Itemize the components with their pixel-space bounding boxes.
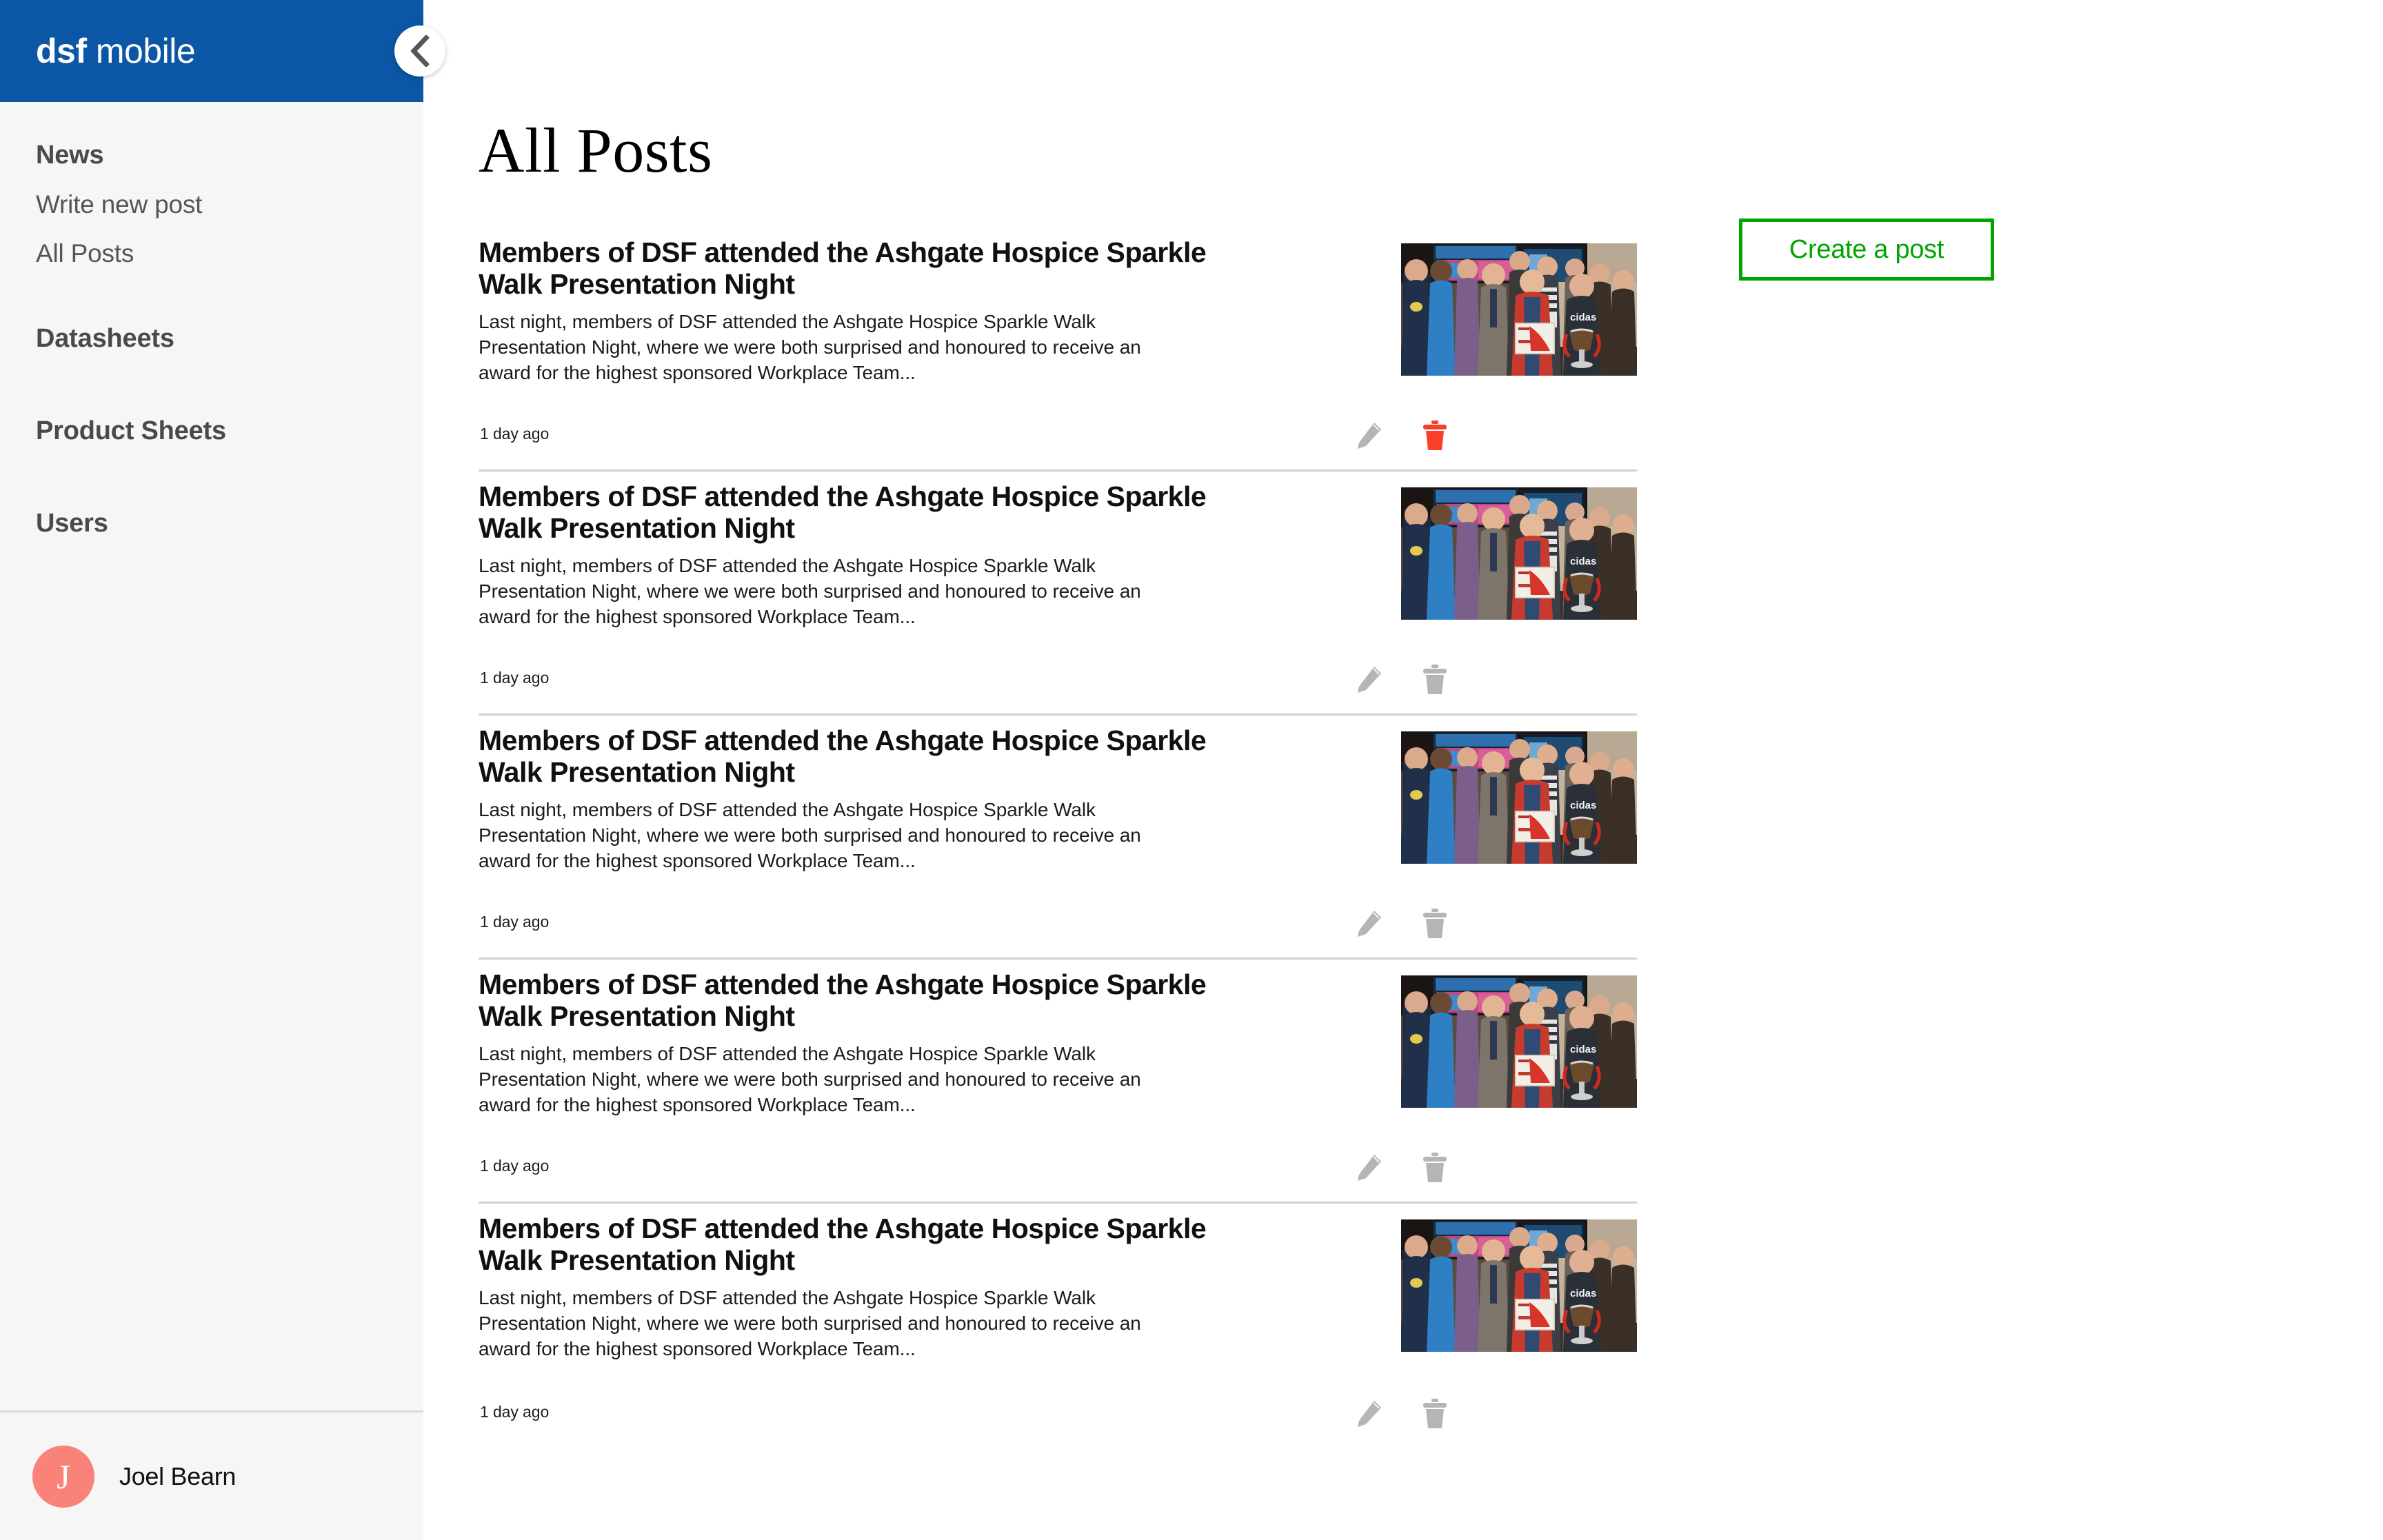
pencil-icon xyxy=(1355,1153,1382,1182)
post-excerpt: Last night, members of DSF attended the … xyxy=(479,1042,1141,1116)
nav-section-users: Users xyxy=(0,510,423,536)
post-title[interactable]: Members of DSF attended the Ashgate Hosp… xyxy=(479,480,1258,545)
pencil-icon xyxy=(1355,665,1382,694)
delete-post-button[interactable] xyxy=(1419,418,1451,453)
sidebar-brand-bar: dsf mobile xyxy=(0,0,423,102)
brand-name-light: mobile xyxy=(95,32,196,70)
sidebar-item-news[interactable]: News xyxy=(0,142,423,168)
post-timestamp: 1 day ago xyxy=(480,1403,550,1421)
pencil-icon xyxy=(1355,421,1382,450)
svg-text:cidas: cidas xyxy=(1570,1288,1596,1299)
sidebar-item-datasheets[interactable]: Datasheets xyxy=(0,325,423,352)
post-text-block: Members of DSF attended the Ashgate Hosp… xyxy=(479,725,1258,874)
trash-icon xyxy=(1420,908,1449,940)
nav-section-datasheets: Datasheets xyxy=(0,325,423,352)
post-action-bar xyxy=(1353,906,1451,941)
sidebar-nav: News Write new post All Posts Datasheets… xyxy=(0,102,423,1410)
trash-icon xyxy=(1420,1398,1449,1430)
page-title: All Posts xyxy=(479,115,713,185)
delete-post-button[interactable] xyxy=(1419,662,1451,697)
post-thumbnail[interactable]: cidas xyxy=(1401,487,1637,620)
create-post-button[interactable]: Create a post xyxy=(1739,219,1994,281)
post-thumbnail[interactable]: cidas xyxy=(1401,1219,1637,1352)
post-title[interactable]: Members of DSF attended the Ashgate Hosp… xyxy=(479,236,1258,301)
post-list-item[interactable]: Members of DSF attended the Ashgate Hosp… xyxy=(479,472,1637,716)
post-timestamp: 1 day ago xyxy=(480,1157,550,1175)
svg-text:cidas: cidas xyxy=(1570,556,1596,567)
post-list-item[interactable]: Members of DSF attended the Ashgate Hosp… xyxy=(479,716,1637,960)
nav-section-news: News Write new post All Posts xyxy=(0,142,423,266)
sidebar-item-users[interactable]: Users xyxy=(0,510,423,536)
svg-text:cidas: cidas xyxy=(1570,312,1596,323)
post-action-bar xyxy=(1353,418,1451,453)
brand-name-bold: dsf xyxy=(36,32,87,70)
edit-post-button[interactable] xyxy=(1353,418,1385,453)
user-name: Joel Bearn xyxy=(119,1461,237,1490)
post-thumbnail[interactable]: cidas xyxy=(1401,731,1637,864)
trash-icon xyxy=(1420,664,1449,696)
post-excerpt: Last night, members of DSF attended the … xyxy=(479,1286,1141,1360)
pencil-icon xyxy=(1355,909,1382,938)
sidebar-item-all-posts[interactable]: All Posts xyxy=(0,241,423,266)
sidebar-item-product-sheets[interactable]: Product Sheets xyxy=(0,418,423,444)
delete-post-button[interactable] xyxy=(1419,1397,1451,1431)
delete-post-button[interactable] xyxy=(1419,906,1451,941)
svg-text:cidas: cidas xyxy=(1570,800,1596,811)
pencil-icon xyxy=(1355,1399,1382,1428)
post-text-block: Members of DSF attended the Ashgate Hosp… xyxy=(479,236,1258,386)
nav-section-product-sheets: Product Sheets xyxy=(0,418,423,444)
sidebar-collapse-button[interactable] xyxy=(394,26,445,77)
edit-post-button[interactable] xyxy=(1353,1397,1385,1431)
edit-post-button[interactable] xyxy=(1353,1151,1385,1185)
edit-post-button[interactable] xyxy=(1353,906,1385,941)
trash-icon xyxy=(1420,420,1449,452)
post-timestamp: 1 day ago xyxy=(480,669,550,687)
chevron-left-icon xyxy=(408,35,432,67)
post-excerpt: Last night, members of DSF attended the … xyxy=(479,554,1141,628)
sidebar: dsf mobile News Write new post All Posts… xyxy=(0,0,445,1540)
post-list-item[interactable]: Members of DSF attended the Ashgate Hosp… xyxy=(479,960,1637,1204)
post-title[interactable]: Members of DSF attended the Ashgate Hosp… xyxy=(479,1213,1258,1277)
post-list-item[interactable]: Members of DSF attended the Ashgate Hosp… xyxy=(479,227,1637,472)
app-logo: dsf mobile xyxy=(36,32,196,70)
post-title[interactable]: Members of DSF attended the Ashgate Hosp… xyxy=(479,725,1258,789)
delete-post-button[interactable] xyxy=(1419,1151,1451,1185)
post-title[interactable]: Members of DSF attended the Ashgate Hosp… xyxy=(479,969,1258,1033)
post-excerpt: Last night, members of DSF attended the … xyxy=(479,798,1141,872)
post-action-bar xyxy=(1353,662,1451,697)
sidebar-item-write-new-post[interactable]: Write new post xyxy=(0,192,423,217)
trash-icon xyxy=(1420,1152,1449,1184)
posts-list: Members of DSF attended the Ashgate Hosp… xyxy=(479,227,1637,1448)
post-action-bar xyxy=(1353,1151,1451,1185)
edit-post-button[interactable] xyxy=(1353,662,1385,697)
post-list-item[interactable]: Members of DSF attended the Ashgate Hosp… xyxy=(479,1204,1637,1448)
post-text-block: Members of DSF attended the Ashgate Hosp… xyxy=(479,1213,1258,1362)
post-excerpt: Last night, members of DSF attended the … xyxy=(479,310,1141,384)
svg-text:cidas: cidas xyxy=(1570,1044,1596,1055)
sidebar-user-profile[interactable]: J Joel Bearn xyxy=(0,1410,423,1540)
app-root: dsf mobile News Write new post All Posts… xyxy=(0,0,2383,1540)
post-text-block: Members of DSF attended the Ashgate Hosp… xyxy=(479,969,1258,1118)
main-content: All Posts Members of DSF attended the As… xyxy=(423,0,2383,1540)
post-thumbnail[interactable]: cidas xyxy=(1401,975,1637,1108)
post-timestamp: 1 day ago xyxy=(480,913,550,931)
post-action-bar xyxy=(1353,1397,1451,1431)
post-timestamp: 1 day ago xyxy=(480,425,550,443)
post-thumbnail[interactable]: cidas xyxy=(1401,243,1637,376)
avatar: J xyxy=(32,1445,94,1508)
post-text-block: Members of DSF attended the Ashgate Hosp… xyxy=(479,480,1258,630)
